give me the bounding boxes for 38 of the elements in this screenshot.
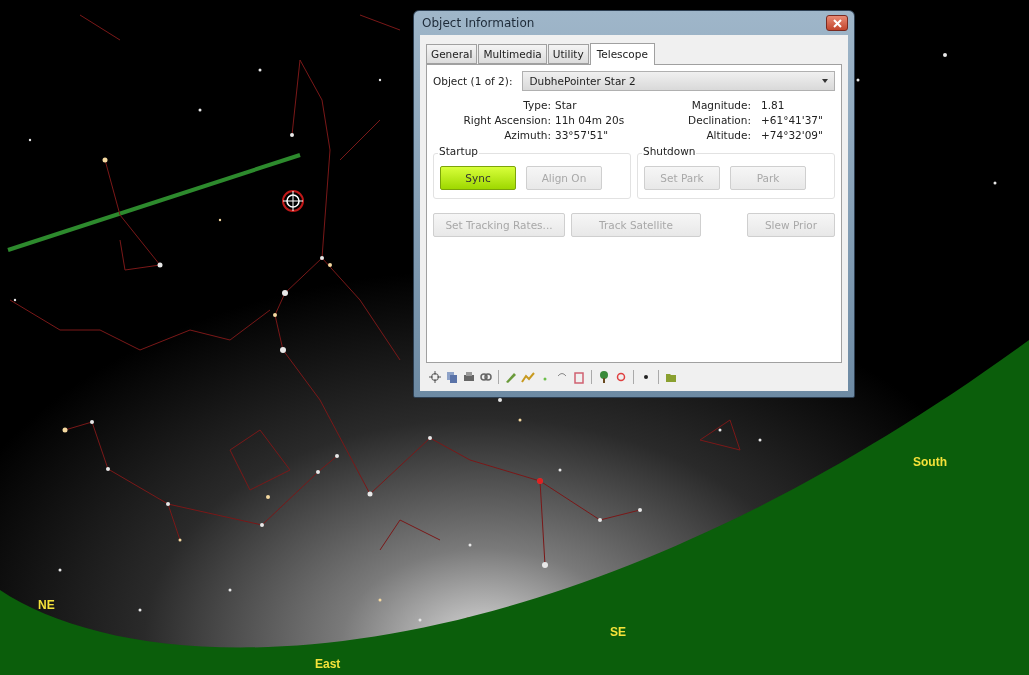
compass-label: South (913, 455, 947, 469)
property-value: Star (555, 99, 578, 111)
property-label: Right Ascension: (462, 114, 551, 126)
compass-label: SE (610, 625, 626, 639)
property-value: 33°57'51" (555, 129, 610, 141)
property-value: +74°32'09" (760, 129, 824, 141)
printer-icon[interactable] (462, 370, 476, 384)
tab[interactable]: Multimedia (478, 44, 547, 64)
tab[interactable]: Telescope (589, 43, 655, 65)
property-label: Altitude: (705, 129, 751, 141)
property-label: Magnitude: (690, 99, 751, 111)
property-label: Declination: (687, 114, 751, 126)
property-label: Azimuth: (503, 129, 551, 141)
close-button[interactable] (826, 15, 848, 31)
field-label: Object (1 of 2): (433, 75, 513, 87)
action-button[interactable]: Sync (440, 166, 516, 190)
close-icon (832, 18, 842, 28)
tab[interactable]: General (426, 44, 478, 64)
tree-icon[interactable] (597, 370, 611, 384)
bin-icon[interactable] (572, 370, 586, 384)
property-label: Type: (522, 99, 551, 111)
property-value: 1.81 (760, 99, 786, 111)
tab[interactable]: Utility (547, 44, 589, 64)
crosshair-icon[interactable] (428, 370, 442, 384)
group-title: Startup (438, 145, 479, 157)
pencil-icon[interactable] (504, 370, 518, 384)
group-title: Shutdown (642, 145, 697, 157)
object-dropdown[interactable]: DubhePointer Star 2 (522, 71, 835, 91)
window-title: Object Information (421, 16, 535, 30)
chart-icon[interactable] (521, 370, 535, 384)
copy-icon[interactable] (445, 370, 459, 384)
caret-icon (822, 79, 828, 83)
compass-label: NE (38, 598, 55, 612)
ring-icon[interactable] (614, 370, 628, 384)
link-icon[interactable] (479, 370, 493, 384)
property-value: 11h 04m 20s (555, 114, 626, 126)
compass-label: East (315, 657, 341, 671)
property-value: +61°41'37" (760, 114, 824, 126)
